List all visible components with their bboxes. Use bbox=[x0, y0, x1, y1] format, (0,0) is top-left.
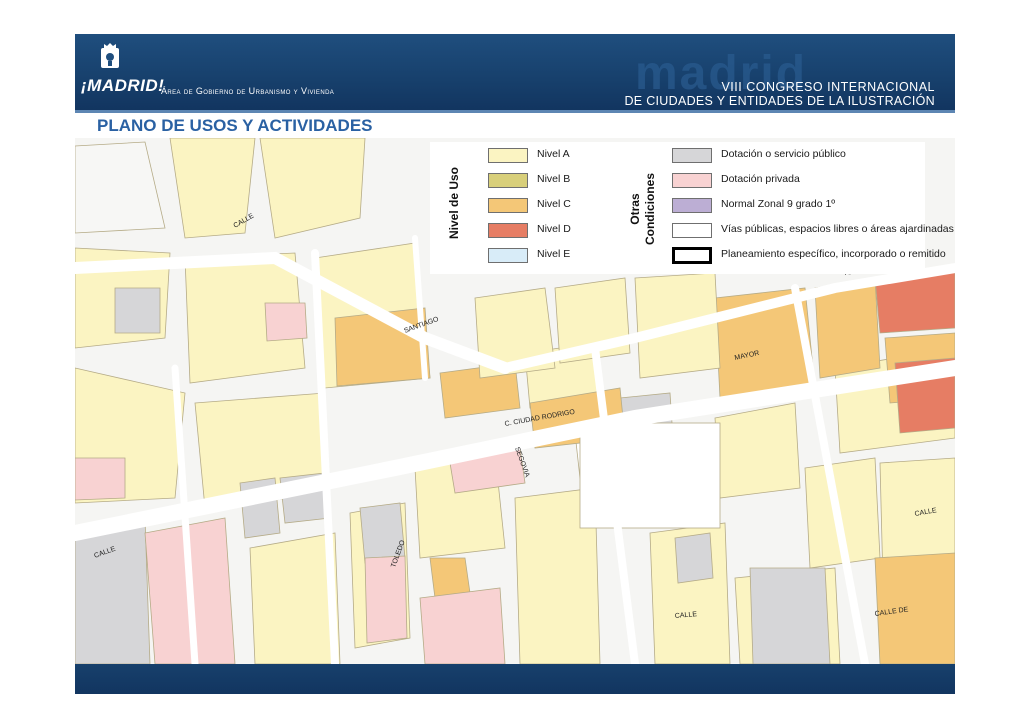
map-block bbox=[75, 517, 151, 664]
madrid-logo-text: ¡MADRID! bbox=[81, 76, 165, 95]
map-block bbox=[674, 532, 714, 584]
map-block bbox=[364, 555, 408, 644]
legend-label-dotacion-privada: Dotación privada bbox=[721, 173, 800, 185]
map-block bbox=[749, 567, 831, 664]
area-gobierno-text: Área de Gobierno de Urbanismo y Vivienda bbox=[161, 86, 335, 96]
legend-label-vias-publicas: Vías públicas, espacios libres o áreas a… bbox=[721, 223, 954, 235]
legend-swatch-planeamiento bbox=[672, 247, 712, 264]
map-legend: Nivel de Uso Nivel A Nivel B Nivel C Niv… bbox=[430, 142, 954, 274]
legend-swatch-dotacion-publica bbox=[672, 148, 712, 163]
map-plaza bbox=[579, 422, 721, 529]
legend-swatch-nivel-b bbox=[488, 173, 528, 188]
legend-label-nivel-a: Nivel A bbox=[537, 148, 570, 160]
legend-label-dotacion-publica: Dotación o servicio público bbox=[721, 148, 846, 160]
congress-title-line1: VIII CONGRESO INTERNACIONAL bbox=[721, 80, 935, 94]
legend-label-nivel-d: Nivel D bbox=[537, 223, 571, 235]
header-banner: ¡MADRID! Área de Gobierno de Urbanismo y… bbox=[75, 34, 955, 110]
slide: ¡MADRID! Área de Gobierno de Urbanismo y… bbox=[75, 34, 955, 694]
legend-label-nivel-e: Nivel E bbox=[537, 248, 571, 260]
madrid-crest-icon bbox=[101, 43, 119, 68]
map-block bbox=[714, 402, 801, 499]
legend-label-nivel-c: Nivel C bbox=[537, 198, 571, 210]
map-block bbox=[264, 302, 308, 342]
legend-label-nivel-b: Nivel B bbox=[537, 173, 571, 185]
map-block bbox=[114, 287, 161, 334]
legend-nivel-heading: Nivel de Uso bbox=[447, 166, 461, 240]
map-block bbox=[429, 557, 471, 599]
legend-swatch-nivel-d bbox=[488, 223, 528, 238]
legend-swatch-dotacion-privada bbox=[672, 173, 712, 188]
map-block bbox=[75, 457, 126, 501]
map-block bbox=[419, 587, 506, 664]
legend-otras-heading-2: Condiciones bbox=[643, 173, 657, 246]
legend-swatch-nivel-e bbox=[488, 248, 528, 263]
footer-banner bbox=[75, 664, 955, 694]
header-stripe bbox=[75, 110, 955, 113]
legend-otras-heading-1: Otras bbox=[628, 193, 642, 225]
legend-swatch-norma-zonal bbox=[672, 198, 712, 213]
legend-swatch-nivel-a bbox=[488, 148, 528, 163]
legend-label-norma-zonal: Normal Zonal 9 grado 1º bbox=[721, 198, 836, 210]
congress-title-line2: DE CIUDADES Y ENTIDADES DE LA ILUSTRACIÓ… bbox=[624, 94, 935, 108]
legend-swatch-vias-publicas bbox=[672, 223, 712, 238]
legend-swatch-nivel-c bbox=[488, 198, 528, 213]
legend-label-planeamiento: Planeamiento específico, incorporado o r… bbox=[721, 248, 946, 260]
page-title: PLANO DE USOS Y ACTIVIDADES bbox=[97, 116, 373, 135]
